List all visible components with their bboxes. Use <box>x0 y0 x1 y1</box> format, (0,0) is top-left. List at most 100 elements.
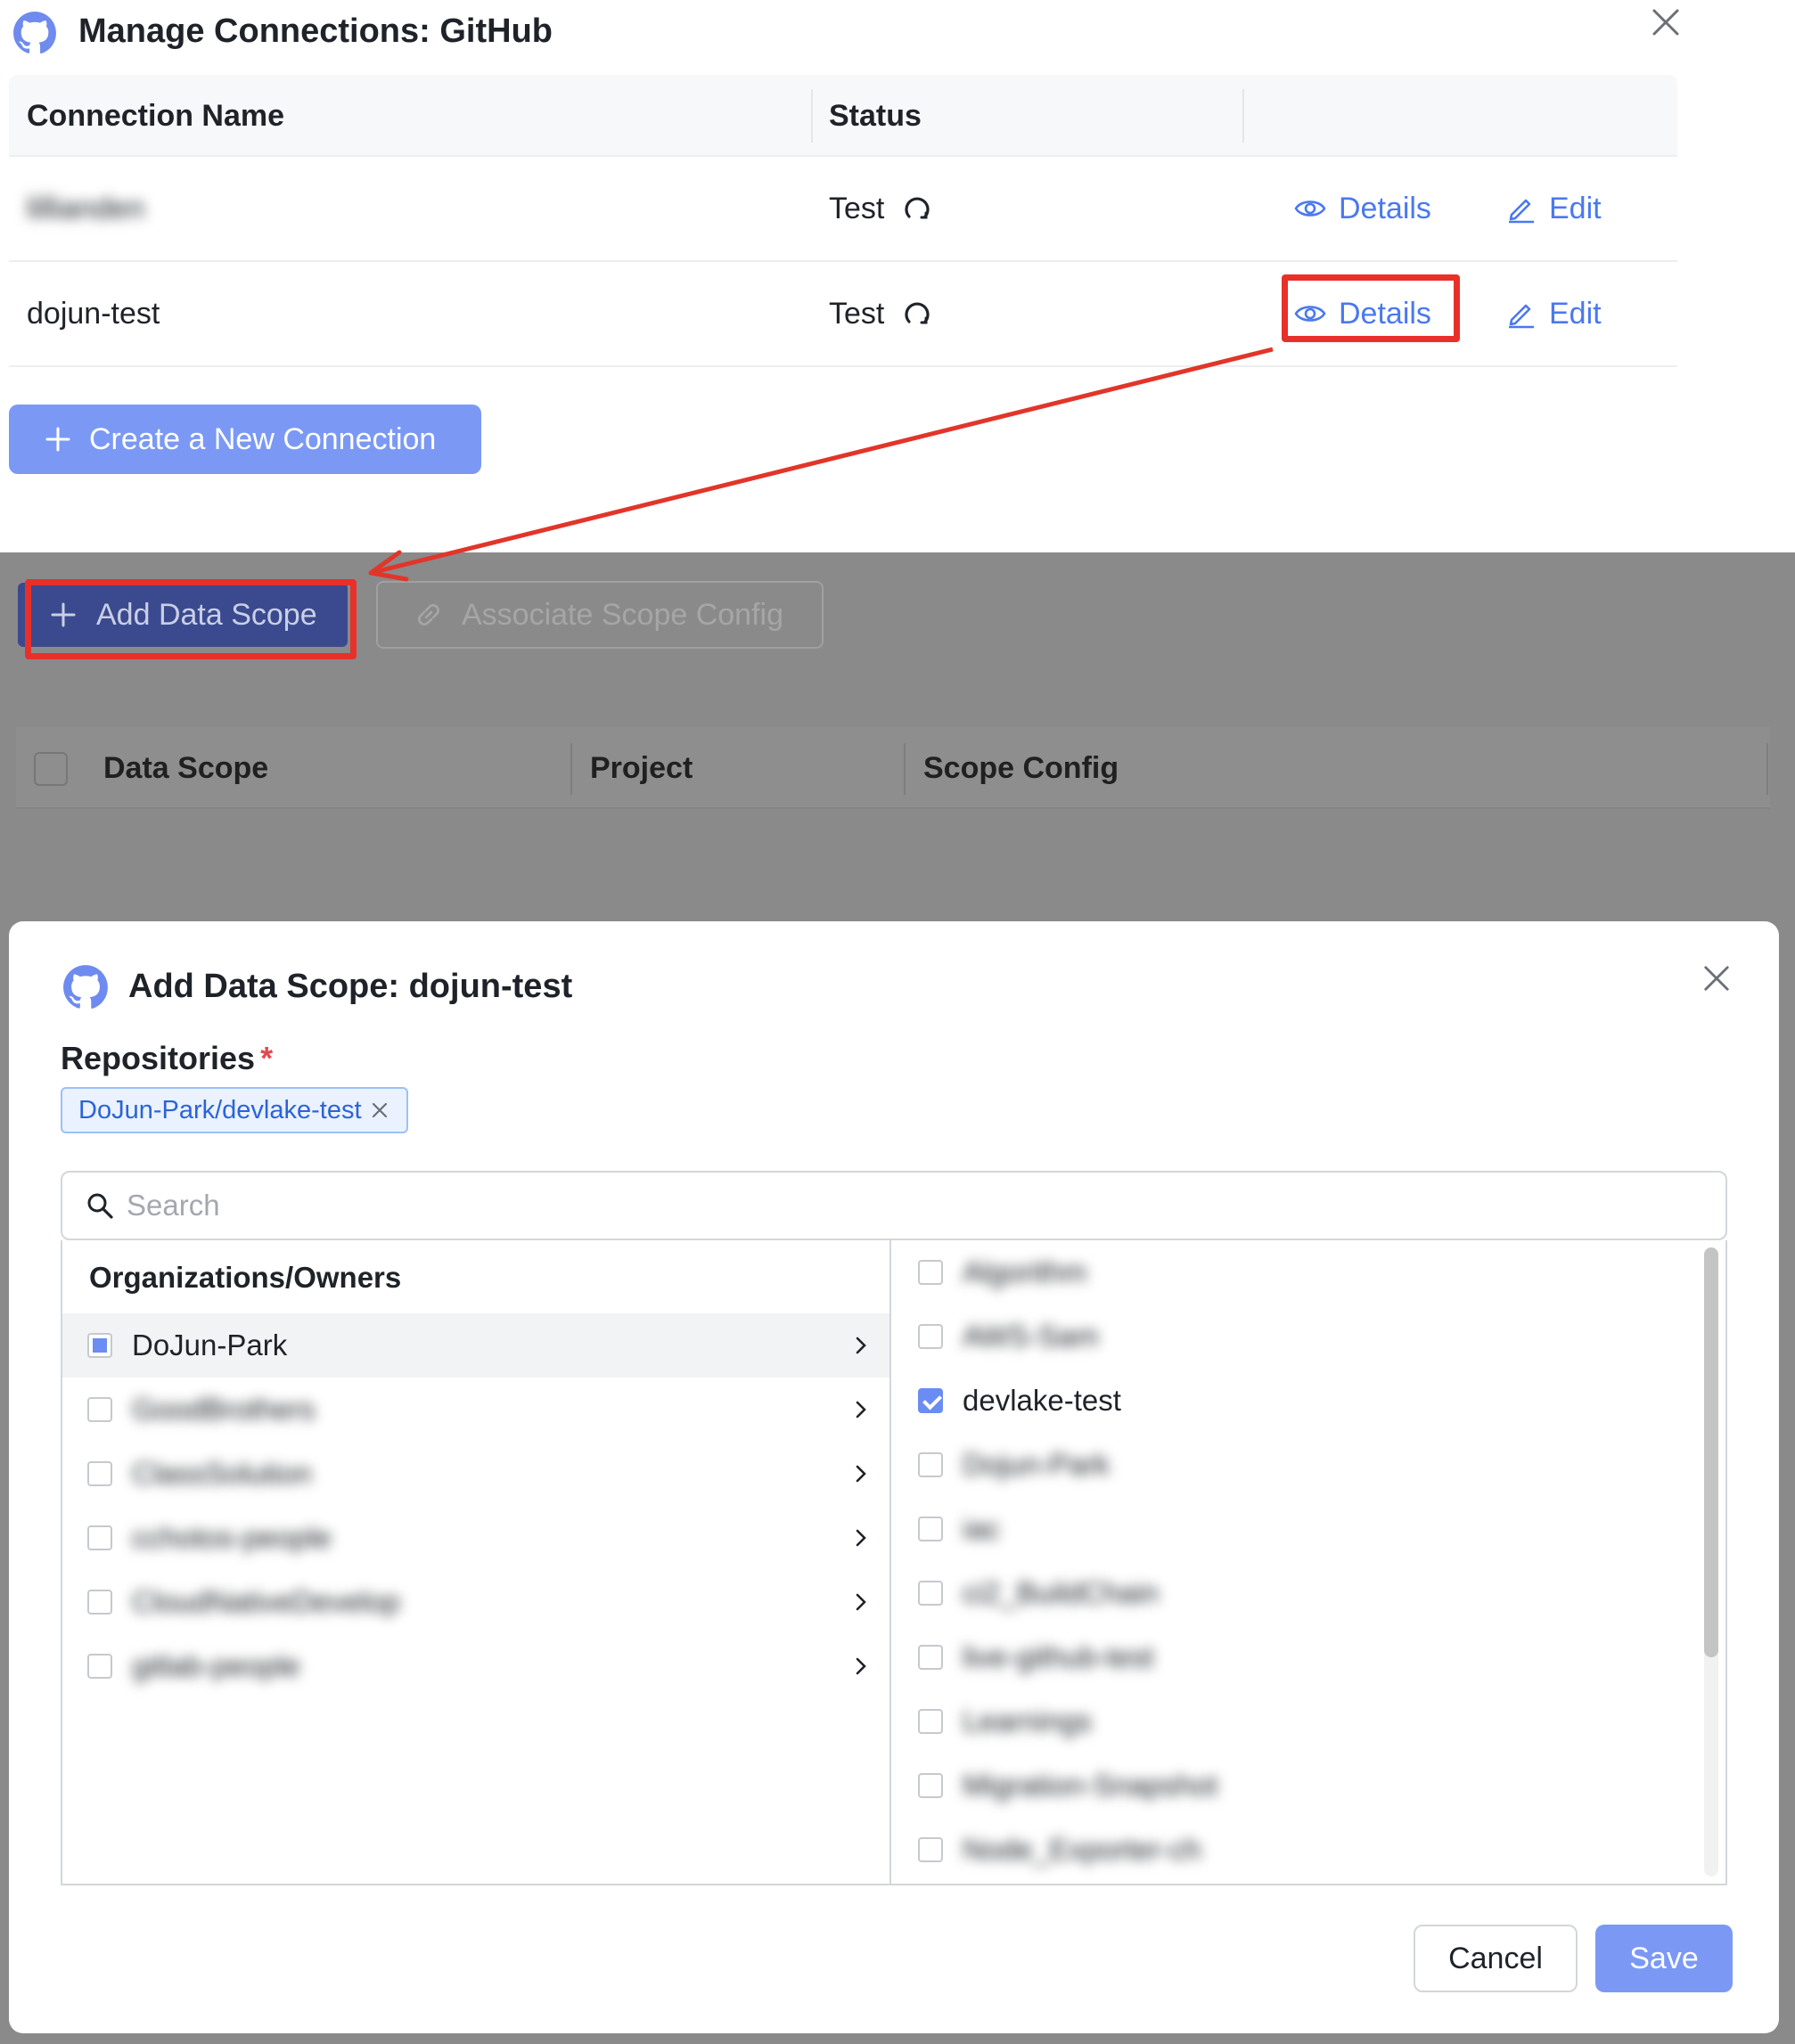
repo-item[interactable]: Migration-Snapshot <box>891 1754 1693 1818</box>
org-name: gitlab-people <box>132 1649 300 1682</box>
column-divider <box>1242 89 1244 143</box>
data-scope-table-header: Data Scope Project Scope Config <box>16 727 1770 809</box>
repo-checkbox[interactable] <box>918 1260 943 1285</box>
test-label: Test <box>829 191 885 225</box>
scrollbar-thumb[interactable] <box>1704 1247 1718 1657</box>
repositories-column: Algorithm AWS-Sam devlake-test Dojun-Par… <box>891 1240 1727 1884</box>
column-project: Project <box>590 751 693 785</box>
create-connection-button[interactable]: Create a New Connection <box>9 405 481 474</box>
table-header: Connection Name Status <box>9 75 1677 157</box>
repo-name: Migration-Snapshot <box>963 1769 1218 1802</box>
org-item[interactable]: CloudNativeDevelop <box>62 1570 889 1634</box>
test-label: Test <box>829 296 885 331</box>
selected-repo-tag-label: DoJun-Park/devlake-test <box>78 1095 362 1124</box>
required-mark: * <box>260 1040 274 1076</box>
repo-checkbox[interactable] <box>918 1324 943 1349</box>
repo-item[interactable]: Learnings <box>891 1689 1693 1754</box>
org-item[interactable]: ClassSolution <box>62 1442 889 1506</box>
column-data-scope: Data Scope <box>103 751 269 785</box>
repo-item[interactable]: AWS-Sam <box>891 1304 1693 1369</box>
test-connection-button[interactable]: Test <box>829 189 932 228</box>
org-checkbox[interactable] <box>87 1525 112 1550</box>
search-input[interactable] <box>127 1189 1642 1222</box>
org-checkbox[interactable] <box>87 1654 112 1679</box>
org-name: DoJun-Park <box>132 1329 288 1361</box>
plus-icon <box>45 427 70 452</box>
associate-scope-config-button: Associate Scope Config <box>376 581 824 649</box>
chevron-right-icon <box>856 1401 866 1419</box>
cancel-button[interactable]: Cancel <box>1414 1925 1578 1992</box>
repo-item[interactable]: Dojun-Park <box>891 1433 1693 1497</box>
connection-name: dojun-test <box>27 297 160 331</box>
column-connection-name: Connection Name <box>27 99 285 133</box>
repo-checkbox[interactable] <box>918 1837 943 1862</box>
repo-name: Learnings <box>963 1705 1092 1737</box>
repo-checkbox[interactable] <box>918 1581 943 1606</box>
search-box <box>61 1171 1727 1240</box>
repo-item[interactable]: iac <box>891 1497 1693 1561</box>
org-item[interactable]: DoJun-Park <box>62 1313 889 1378</box>
close-icon[interactable] <box>1702 964 1731 993</box>
repo-name: Dojun-Park <box>963 1448 1111 1481</box>
edit-button[interactable]: Edit <box>1506 289 1602 339</box>
repo-item[interactable]: Algorithm <box>891 1240 1693 1304</box>
org-checkbox[interactable] <box>87 1461 112 1486</box>
organizations-title: Organizations/Owners <box>89 1261 402 1294</box>
repo-selector: Organizations/Owners DoJun-Park GoodBrot… <box>61 1240 1727 1885</box>
org-name: cchotos-people <box>132 1521 332 1554</box>
details-label: Details <box>1339 191 1431 225</box>
select-all-checkbox[interactable] <box>34 752 68 786</box>
repo-item[interactable]: ci2_BuildChain <box>891 1561 1693 1625</box>
chevron-right-icon <box>856 1529 866 1547</box>
org-item[interactable]: gitlab-people <box>62 1634 889 1698</box>
link-icon <box>418 604 439 625</box>
connections-table: Connection Name Status lillianden Test D… <box>9 75 1677 367</box>
org-item[interactable]: GoodBrothers <box>62 1378 889 1442</box>
repo-name: live-github-test <box>963 1640 1154 1673</box>
edit-button[interactable]: Edit <box>1506 184 1602 233</box>
repo-name: iac <box>963 1512 1001 1545</box>
repo-checkbox[interactable] <box>918 1452 943 1477</box>
github-icon <box>63 965 108 1009</box>
repo-checkbox[interactable] <box>918 1645 943 1670</box>
add-scope-highlight-box <box>25 579 357 659</box>
repo-name: Node_Exporter-ch <box>963 1833 1201 1866</box>
column-scope-config: Scope Config <box>923 751 1119 785</box>
repositories-label-text: Repositories <box>61 1040 256 1076</box>
chevron-right-icon <box>856 1337 866 1354</box>
repo-name: AWS-Sam <box>963 1320 1099 1353</box>
org-item[interactable]: cchotos-people <box>62 1506 889 1570</box>
create-connection-label: Create a New Connection <box>89 421 437 456</box>
repo-checkbox[interactable] <box>918 1773 943 1798</box>
repo-name: devlake-test <box>963 1384 1121 1417</box>
github-icon <box>13 12 56 54</box>
repo-checkbox[interactable] <box>918 1388 943 1413</box>
dialog-title: Manage Connections: GitHub <box>78 12 553 50</box>
details-button[interactable]: Details <box>1294 184 1431 233</box>
org-checkbox[interactable] <box>87 1590 112 1615</box>
search-icon <box>87 1193 113 1219</box>
pencil-icon <box>1509 304 1534 329</box>
repo-item[interactable]: devlake-test <box>891 1369 1693 1433</box>
org-name: CloudNativeDevelop <box>132 1585 400 1618</box>
modal-title: Add Data Scope: dojun-test <box>128 968 573 1005</box>
close-icon[interactable] <box>1651 7 1681 37</box>
repo-checkbox[interactable] <box>918 1709 943 1734</box>
remove-tag-icon[interactable] <box>371 1101 389 1119</box>
column-divider <box>570 743 572 795</box>
chevron-right-icon <box>856 1465 866 1483</box>
chevron-right-icon <box>856 1657 866 1675</box>
repo-item[interactable]: live-github-test <box>891 1625 1693 1689</box>
column-divider <box>1766 743 1768 795</box>
add-data-scope-modal: Add Data Scope: dojun-test Repositories *… <box>9 921 1779 2033</box>
org-checkbox[interactable] <box>87 1333 112 1358</box>
table-row: dojun-test Test Details Edit <box>9 262 1677 367</box>
test-connection-button[interactable]: Test <box>829 294 932 333</box>
repo-item[interactable]: Node_Exporter-ch <box>891 1818 1693 1882</box>
repo-scrollbar[interactable] <box>1704 1247 1718 1876</box>
repo-checkbox[interactable] <box>918 1517 943 1541</box>
org-checkbox[interactable] <box>87 1397 112 1422</box>
column-divider <box>811 89 813 143</box>
save-button[interactable]: Save <box>1595 1925 1733 1992</box>
column-status: Status <box>829 99 922 133</box>
